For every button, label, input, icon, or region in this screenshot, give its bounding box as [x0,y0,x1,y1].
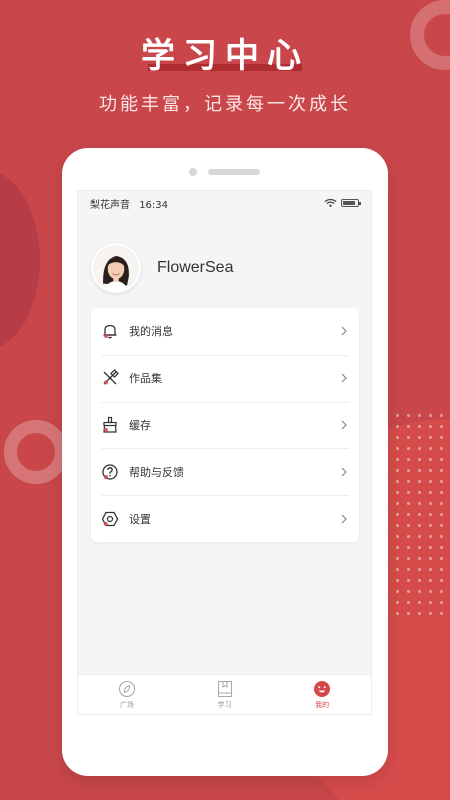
decorative-ring [4,420,68,484]
carrier-name: 梨花声音 [90,199,130,211]
status-time: 16:34 [139,199,169,211]
phone-camera [189,168,197,176]
phone-speaker [208,169,260,175]
broom-icon [103,416,117,433]
menu-item-portfolio[interactable]: 作品集 [91,354,359,402]
promo-headline: 学习中心 [141,36,309,76]
avatar[interactable] [91,243,141,293]
menu-item-label: 设置 [129,512,151,526]
menu-item-label: 我的消息 [129,325,173,339]
profile-header[interactable]: FlowerSea [91,243,233,293]
tab-mine[interactable]: 我的 [273,675,371,714]
bell-icon [103,325,117,339]
menu-card: 我的消息 作品集 缓存 帮助与反馈 设置 [91,308,359,542]
chevron-right-icon [341,420,347,430]
chevron-right-icon [341,373,347,383]
tab-label: 学习 [217,700,232,709]
settings-icon [101,511,119,526]
menu-item-label: 作品集 [129,372,162,386]
portfolio-icon [103,369,119,385]
book-icon [217,680,232,697]
decorative-blob [0,170,40,350]
battery-icon [341,199,361,207]
chevron-right-icon [341,514,347,524]
menu-item-label: 帮助与反馈 [129,465,184,479]
menu-item-messages[interactable]: 我的消息 [91,308,359,355]
status-bar: 梨花声音 16:34 [78,191,371,215]
phone-frame: 梨花声音 16:34 FlowerSea 我的消息 作品集 缓存 帮助与反馈 设… [62,148,388,776]
compass-icon [118,680,135,697]
app-screen: 梨花声音 16:34 FlowerSea 我的消息 作品集 缓存 帮助与反馈 设… [77,190,372,715]
menu-item-help-feedback[interactable]: 帮助与反馈 [91,448,359,495]
tab-label: 我的 [315,700,330,709]
tab-square[interactable]: 广场 [78,675,176,714]
help-icon [102,464,118,480]
smile-icon [314,680,331,697]
promo-subtitle: 功能丰富，记录每一次成长 [99,94,351,115]
bottom-tab-bar: 广场 学习 我的 [78,674,371,714]
chevron-right-icon [341,326,347,336]
chevron-right-icon [341,467,347,477]
username: FlowerSea [157,259,234,276]
menu-item-label: 缓存 [129,418,151,432]
tab-study[interactable]: 学习 [176,675,274,714]
tab-label: 广场 [119,700,134,709]
menu-item-cache[interactable]: 缓存 [91,401,359,449]
menu-item-settings[interactable]: 设置 [91,495,359,542]
wifi-icon [324,198,337,207]
